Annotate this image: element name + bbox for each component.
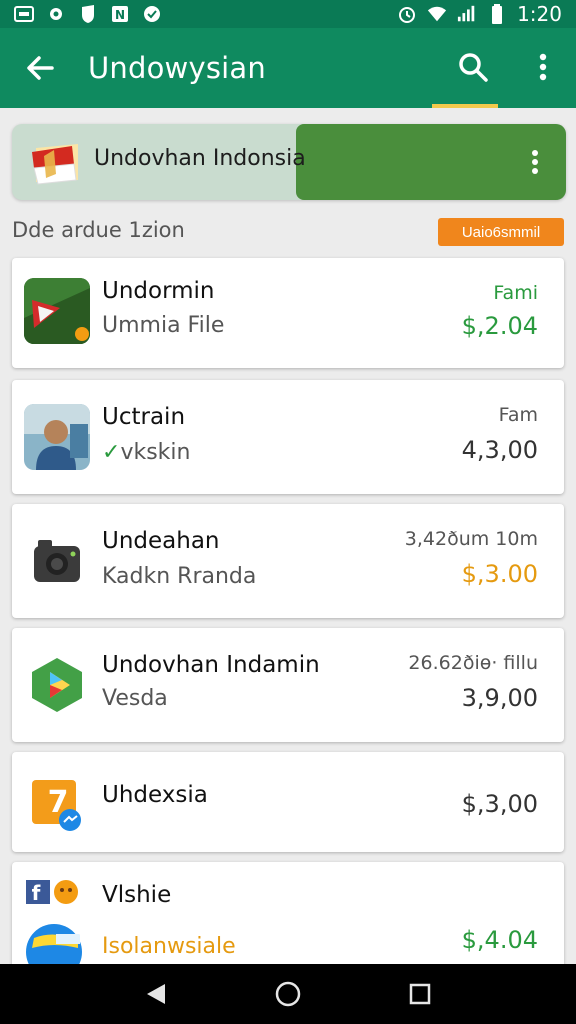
item-price: $,2.04	[461, 312, 538, 340]
signal-icon	[457, 5, 477, 23]
circle-home-icon	[275, 981, 301, 1007]
nav-recents-button[interactable]	[392, 966, 448, 1022]
item-price: $,3,00	[461, 790, 538, 818]
triangle-back-icon	[147, 984, 165, 1004]
alarm-icon	[397, 5, 417, 23]
battery-icon	[487, 4, 507, 24]
system-nav-bar	[0, 964, 576, 1024]
more-vert-icon	[539, 53, 547, 81]
list-item[interactable]: f Vlshie Isolanwsiale $,4.04	[12, 862, 564, 974]
featured-banner[interactable]: Undovhan Indonsia	[12, 124, 566, 200]
check-mark: ✓	[102, 440, 121, 465]
overflow-menu-button[interactable]	[520, 40, 566, 94]
wifi-icon	[427, 5, 447, 23]
item-title: Undeahan	[102, 528, 220, 554]
page-title: Undowysian	[88, 51, 266, 85]
search-icon	[459, 53, 488, 82]
camera-icon	[24, 528, 90, 594]
item-subtitle: ✓vkskin	[102, 440, 191, 465]
svg-text:N: N	[115, 8, 125, 22]
search-tab-indicator	[432, 104, 498, 108]
item-subtitle: Vesda	[102, 686, 168, 711]
item-meta: Fam	[498, 404, 538, 426]
item-title: Undormin	[102, 278, 215, 304]
banner-title: Undovhan Indonsia	[94, 146, 306, 171]
item-price: 4,3,00	[461, 436, 538, 464]
item-title: Undovhan Indamin	[102, 652, 320, 678]
list-item[interactable]: 7 Uhdexsia $,3,00	[12, 752, 564, 852]
list-item[interactable]: Undovhan Indamin Vesda 26.62ðiө· fillu 3…	[12, 628, 564, 742]
news-app-icon: N	[110, 5, 130, 23]
item-title: Vlshie	[102, 882, 172, 908]
item-subtitle: Isolanwsiale	[102, 934, 236, 959]
item-meta: 3,42ðum 10m	[404, 528, 538, 550]
list-item[interactable]: Undeahan Kadkn Rranda 3,42ðum 10m $,3.00	[12, 504, 564, 618]
svg-text:f: f	[32, 881, 41, 905]
flag-icon	[28, 138, 88, 188]
item-price: 3,9,00	[461, 684, 538, 712]
security-badge-icon	[142, 5, 162, 23]
play-store-icon	[24, 652, 90, 718]
item-subtitle: Ummia File	[102, 313, 225, 338]
arrow-back-icon	[27, 56, 54, 80]
section-heading: Dde ardue 1zion	[12, 218, 185, 242]
back-button[interactable]	[12, 40, 68, 96]
screen-cast-icon	[14, 5, 34, 23]
more-vert-icon	[532, 150, 538, 174]
list-item[interactable]: Undormin Ummia File Fami $,2.04	[12, 258, 564, 368]
nav-home-button[interactable]	[260, 966, 316, 1022]
item-title: Uctrain	[102, 404, 186, 430]
messenger-icon: 7	[24, 770, 90, 836]
section-action-button[interactable]: Uaio6smmil	[438, 218, 564, 246]
status-bar: N 1:20	[0, 0, 576, 28]
nav-back-button[interactable]	[128, 966, 184, 1022]
play-arrow-icon	[24, 278, 90, 344]
list-item[interactable]: Uctrain ✓vkskin Fam 4,3,00	[12, 380, 564, 494]
social-apps-icon: f	[24, 876, 84, 910]
settings-gear-icon	[46, 5, 66, 23]
item-meta: Fami	[493, 282, 538, 304]
search-button[interactable]	[446, 40, 500, 94]
item-price: $,3.00	[461, 560, 538, 588]
social-globe-icon	[24, 920, 84, 966]
shield-icon	[78, 5, 98, 23]
item-meta: 26.62ðiө· fillu	[408, 652, 538, 674]
square-recents-icon	[409, 983, 431, 1005]
item-subtitle: Kadkn Rranda	[102, 564, 257, 589]
app-bar: Undowysian	[0, 28, 576, 108]
banner-menu-button[interactable]	[520, 140, 550, 184]
status-time: 1:20	[517, 2, 562, 26]
item-price: $,4.04	[461, 926, 538, 954]
item-title: Uhdexsia	[102, 782, 208, 808]
person-photo-icon	[24, 404, 90, 470]
